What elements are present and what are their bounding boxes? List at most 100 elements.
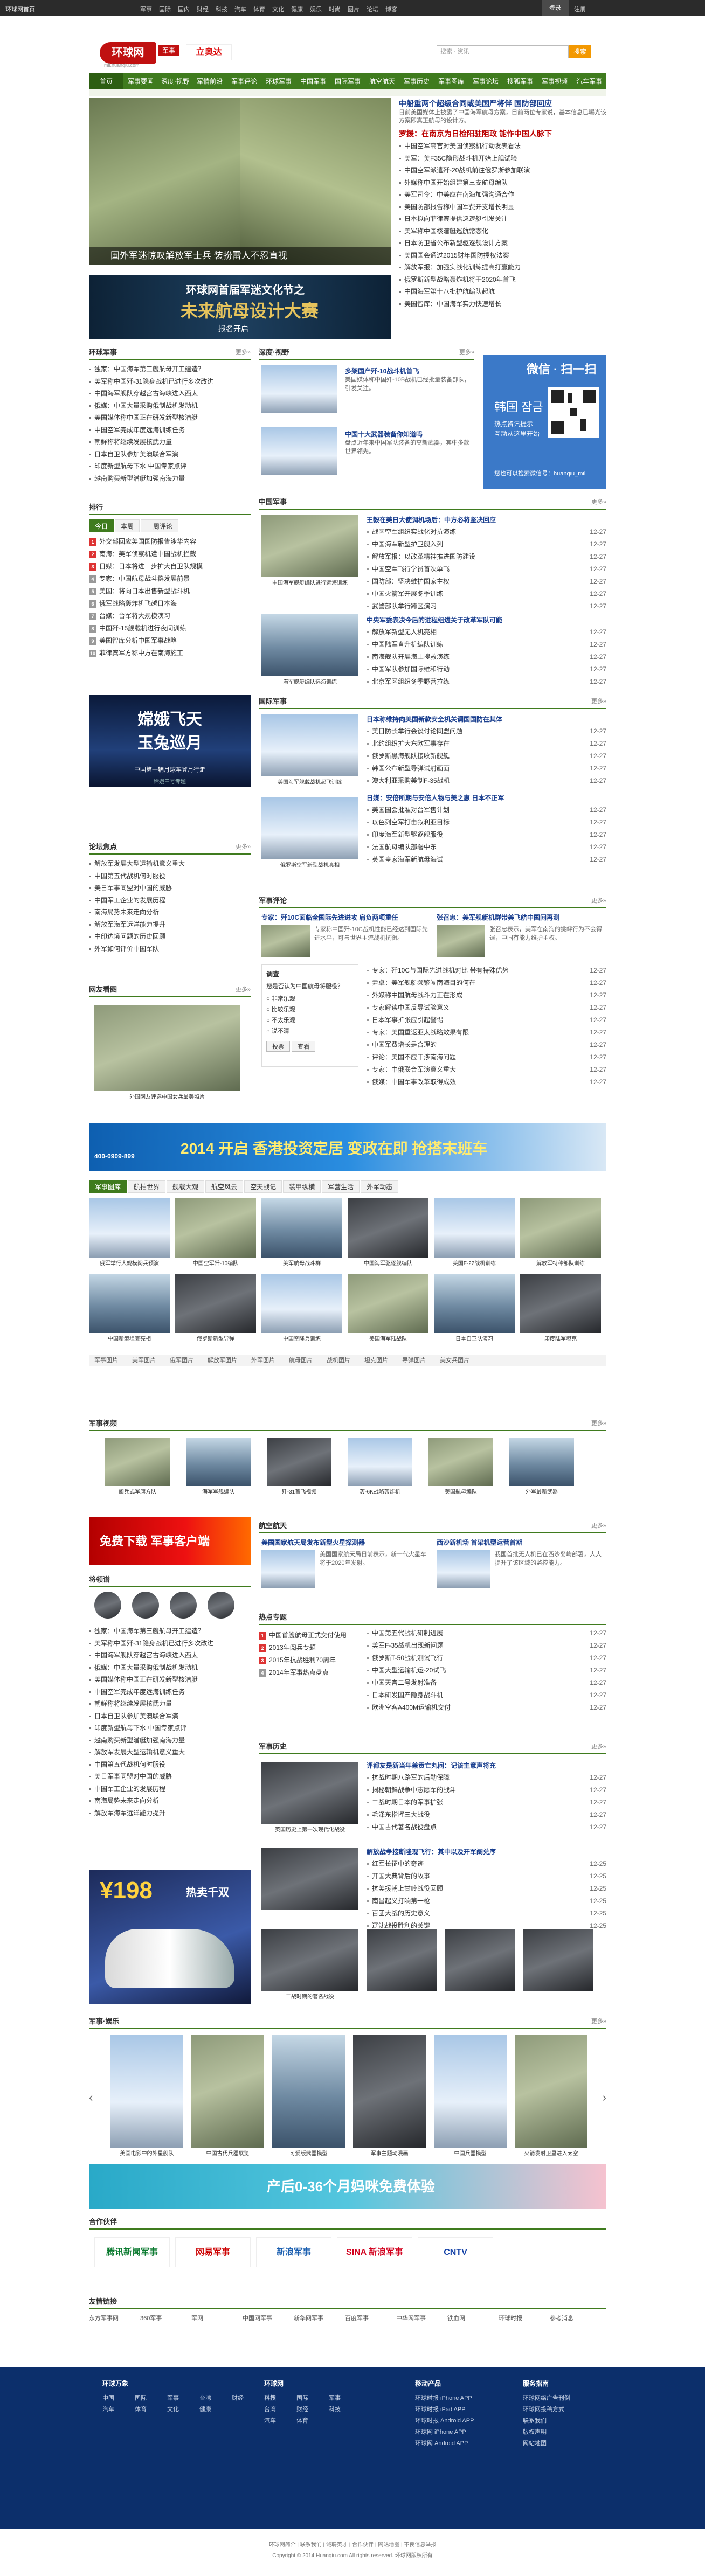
news-item[interactable]: 专家：美国重返亚太战略效果有限 12-27: [367, 1026, 606, 1039]
main-nav-item[interactable]: 军事图库: [434, 73, 468, 89]
news-item[interactable]: 以色列空军打击叙利亚目标 12-27: [367, 816, 606, 829]
news-item[interactable]: 揭秘朝鲜战争中志愿军的战斗 12-27: [367, 1784, 606, 1796]
register-link[interactable]: 注册: [574, 5, 586, 13]
top-nav-item[interactable]: 健康: [291, 6, 303, 13]
news-item[interactable]: 尹卓：美军舰艇频繁闯南海目的何在 12-27: [367, 977, 606, 989]
avatar[interactable]: [208, 1592, 234, 1619]
news-item[interactable]: 美军称中国歼-31隐身战机已进行多次改进: [89, 376, 251, 388]
generals-item[interactable]: 中国第五代战机何时服役: [89, 1759, 251, 1771]
history-image-6[interactable]: [523, 1929, 593, 1991]
generals-item[interactable]: 美日军事同盟对中国的威胁: [89, 1770, 251, 1783]
rank-item[interactable]: 6 俄军战略轰炸机飞越日本海: [89, 598, 251, 610]
news-item[interactable]: 澳大利亚采购美制F-35战机 12-27: [367, 775, 606, 787]
footer-link[interactable]: 军事: [329, 2393, 361, 2404]
news-item[interactable]: 欧洲空客A400M运输机交付 12-27: [367, 1702, 606, 1714]
shoe-ad[interactable]: ¥198 热卖千双: [89, 1870, 251, 2004]
view-result-button[interactable]: 查看: [292, 1041, 316, 1052]
partner-logo[interactable]: SINA 新浪军事: [337, 2237, 412, 2267]
news-item[interactable]: 中国军费增长是合理的 12-27: [367, 1039, 606, 1051]
investment-ad[interactable]: 400-0909-899 2014 开启 香港投资定居 变政在即 抢搭末班车: [89, 1123, 606, 1171]
partner-logo[interactable]: 新浪军事: [256, 2237, 331, 2267]
news-item[interactable]: 日本自卫队参加美澳联合军演: [89, 448, 251, 461]
headline-item[interactable]: 中国空军高官对美国侦察机行动发表看法: [399, 140, 606, 152]
search-button[interactable]: 搜索: [569, 45, 591, 58]
history-headline-2[interactable]: 解放战争接断隆现飞行：其中以及开军阔兑序: [367, 1846, 606, 1858]
news-item[interactable]: 中国大型运输机运-20试飞 12-27: [367, 1664, 606, 1677]
headline-item[interactable]: 日本拟向菲律宾提供巡逻艇引发关注: [399, 213, 606, 225]
deep-title-2[interactable]: 中国十大武器装备你知道吗: [345, 429, 474, 439]
gallery-item[interactable]: 俄军举行大规模阅兵预演: [89, 1198, 170, 1267]
gallery-subtab[interactable]: 导弹图片: [402, 1357, 426, 1364]
rank-tab[interactable]: 今日: [89, 519, 114, 532]
gallery-item[interactable]: 俄罗斯新型导弹: [175, 1274, 256, 1342]
news-item[interactable]: 中国火箭军开展冬季训练 12-27: [367, 588, 606, 600]
history-image-1[interactable]: 英国历史上第一次现代化战役: [261, 1762, 358, 1833]
news-item[interactable]: 北约组织扩大东欧军事存在 12-27: [367, 738, 606, 750]
rank-tab[interactable]: 一周评论: [141, 519, 179, 532]
intl-headline-1[interactable]: 日本称维持向美国新款安全机关调国国防在其体: [367, 713, 606, 725]
forum-item[interactable]: 解放军海军远洋能力提升: [89, 919, 251, 931]
china-image-2[interactable]: 海军舰艇编队远海训练: [261, 614, 358, 685]
generals-item[interactable]: 南海局势未来走向分析: [89, 1795, 251, 1807]
forum-item[interactable]: 中国军工企业的发展历程: [89, 894, 251, 907]
main-nav-item[interactable]: 中国军事: [296, 73, 330, 89]
news-item[interactable]: 南昌起义打响第一枪 12-25: [367, 1895, 606, 1907]
news-item[interactable]: 美国国会批准对台军售计划 12-27: [367, 804, 606, 816]
headline-item[interactable]: 美国防部报告称中国军费开支增长明显: [399, 201, 606, 213]
news-item[interactable]: 越南购买新型潜艇加强南海力量: [89, 473, 251, 485]
hot-topic-item[interactable]: 3 2015年抗战胜利70周年: [259, 1654, 356, 1667]
news-item[interactable]: 中国陆军直升机编队训练 12-27: [367, 638, 606, 651]
top-nav-item[interactable]: 汽车: [234, 6, 246, 13]
forum-item[interactable]: 外军如何评价中国军队: [89, 943, 251, 955]
gallery-item[interactable]: 中国海军驱逐舰编队: [348, 1198, 428, 1267]
friend-link[interactable]: 中国网军事: [243, 2313, 294, 2324]
gallery-subtab[interactable]: 解放军图片: [208, 1357, 237, 1364]
news-item[interactable]: 中国古代著名战役盘点 12-27: [367, 1821, 606, 1834]
gallery-tab[interactable]: 军营生活: [322, 1180, 360, 1193]
footer-link[interactable]: 中国: [264, 2393, 296, 2404]
generals-item[interactable]: 印度新型航母下水 中国专家点评: [89, 1722, 251, 1734]
friend-link[interactable]: 中华网军事: [396, 2313, 447, 2324]
avatar[interactable]: [94, 1592, 121, 1619]
rank-item[interactable]: 2 南海：美军侦察机遭中国战机拦截: [89, 548, 251, 560]
top-nav-item[interactable]: 娱乐: [310, 6, 322, 13]
gallery-subtab[interactable]: 美军图片: [132, 1357, 156, 1364]
generals-item[interactable]: 解放军海军远洋能力提升: [89, 1807, 251, 1820]
gallery-item[interactable]: 印度陆军坦克: [520, 1274, 601, 1342]
slide-caption[interactable]: 国外军迷惊叹解放军士兵 装扮雷人不忍直视: [89, 247, 391, 265]
news-item[interactable]: 专家解读中国反导试验意义 12-27: [367, 1002, 606, 1014]
forum-item[interactable]: 解放军发展大型运输机意义重大: [89, 858, 251, 870]
news-item[interactable]: 日本研发国产隐身战斗机 12-27: [367, 1689, 606, 1702]
footer-app-link[interactable]: 环球网 iPhone APP: [415, 2427, 517, 2438]
footer-service-link[interactable]: 环球网络广告刊例: [523, 2393, 604, 2404]
friend-link[interactable]: 百度军事: [345, 2313, 396, 2324]
moon-banner[interactable]: 嫦娥飞天 玉兔巡月 中国第一辆月球车登月行走 嫦娥三号专题: [89, 695, 251, 787]
entertainment-item[interactable]: 中国古代兵器展览: [191, 2035, 264, 2157]
top-nav-item[interactable]: 论坛: [367, 6, 378, 13]
strip-item[interactable]: 阅兵式军旗方队: [105, 1438, 170, 1495]
generals-item[interactable]: 中国军工企业的发展历程: [89, 1783, 251, 1795]
comment-image-1[interactable]: [261, 925, 310, 957]
china-image-1[interactable]: 中国海军舰艇编队进行远海训练: [261, 515, 358, 586]
hero-slider[interactable]: 国外军迷惊叹解放军士兵 装扮雷人不忍直视: [89, 98, 391, 265]
generals-item[interactable]: 越南购买新型潜艇加强南海力量: [89, 1734, 251, 1747]
news-item[interactable]: 南海舰队开展海上搜救演练 12-27: [367, 651, 606, 663]
friend-link[interactable]: 东方军事网: [89, 2313, 140, 2324]
news-item[interactable]: 北京军区组织冬季野营拉练 12-27: [367, 676, 606, 688]
generals-item[interactable]: 中国空军完成年度远海训练任务: [89, 1686, 251, 1698]
headline-item[interactable]: 美军：美F35C隐形战斗机开始上舰试验: [399, 152, 606, 165]
rank-item[interactable]: 5 美国：将向日本出售新型战斗机: [89, 585, 251, 598]
china-headline-2[interactable]: 中央军委表决今后的进程组进关于改革军队可能: [367, 614, 606, 626]
news-item[interactable]: 俄罗斯黑海舰队接收新舰艇 12-27: [367, 750, 606, 762]
footer-link[interactable]: 中国: [102, 2393, 135, 2404]
history-image-2[interactable]: [261, 1848, 358, 1910]
news-item[interactable]: 俄媒：中国大量采购俄制战机发动机: [89, 400, 251, 412]
next-arrow-icon[interactable]: ›: [603, 2091, 606, 2105]
footer-link[interactable]: 军事: [167, 2393, 199, 2404]
news-item[interactable]: 中国天宫二号发射准备 12-27: [367, 1677, 606, 1689]
survey-option[interactable]: ○ 非常乐观: [266, 994, 354, 1004]
news-item[interactable]: 外媒称中国航母战斗力正在形成 12-27: [367, 989, 606, 1002]
news-item[interactable]: 中国海军舰队穿越宫古海峡进入西太: [89, 387, 251, 400]
footer-link[interactable]: 体育: [135, 2404, 167, 2415]
news-item[interactable]: 评论：美国不应干涉南海问题 12-27: [367, 1051, 606, 1064]
